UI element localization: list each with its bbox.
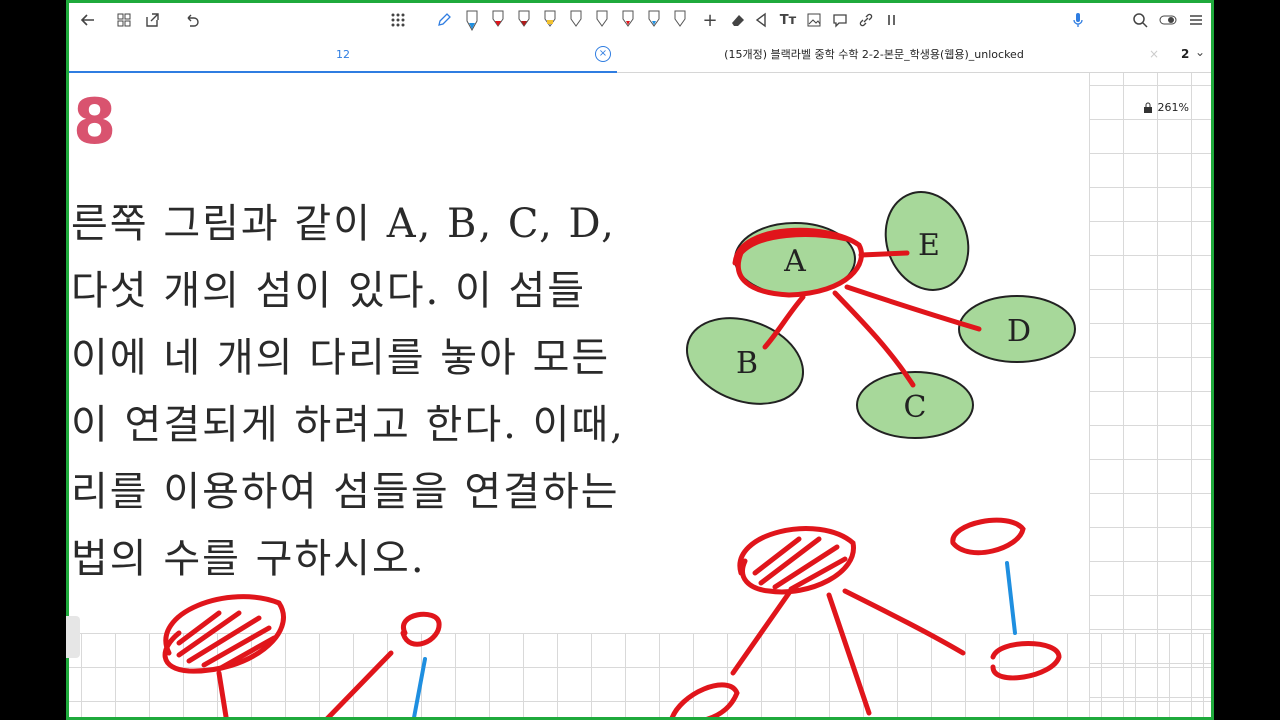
pen-gray-2-icon[interactable]: [591, 9, 613, 31]
export-icon[interactable]: [141, 9, 163, 31]
island-label-b: B: [736, 346, 758, 381]
top-toolbar: + Tт: [69, 3, 1211, 37]
side-panel-handle[interactable]: [66, 616, 80, 658]
add-pen-button[interactable]: +: [699, 9, 721, 31]
red-ink-sketch-left: [162, 594, 442, 717]
document-tab-bar: 12 × (15개정) 블랙라벨 중학 수학 2-2-본문_학생용(웹용)_un…: [69, 37, 1211, 73]
pen-red-2-icon[interactable]: [617, 9, 639, 31]
chevron-down-icon[interactable]: ⌄: [1195, 45, 1205, 59]
search-icon[interactable]: [1129, 9, 1151, 31]
tab-label: (15개정) 블랙라벨 중학 수학 2-2-본문_학생용(웹용)_unlocke…: [724, 48, 1024, 61]
pen-tool-icon[interactable]: [433, 9, 455, 31]
microphone-icon[interactable]: [1067, 9, 1089, 31]
annotation-layer: A E D B C: [162, 191, 1076, 717]
close-tab-icon[interactable]: ×: [595, 46, 611, 62]
island-label-e: E: [918, 228, 940, 263]
island-label-c: C: [904, 390, 927, 425]
comment-icon[interactable]: [829, 9, 851, 31]
lasso-icon[interactable]: [751, 9, 773, 31]
tab-textbook[interactable]: (15개정) 블랙라벨 중학 수학 2-2-본문_학생용(웹용)_unlocke…: [619, 37, 1129, 71]
pen-red-icon[interactable]: [487, 9, 509, 31]
blue-ink-left: [412, 657, 427, 717]
arrow-left-icon[interactable]: [77, 9, 99, 31]
image-icon[interactable]: [803, 9, 825, 31]
eraser-icon[interactable]: [727, 9, 749, 31]
undo-icon[interactable]: [181, 9, 203, 31]
page-canvas[interactable]: 8 른쪽 그림과 같이 A, B, C, D, 다섯 개의 섬이 있다. 이 섬…: [69, 73, 1211, 717]
highlighter-yellow-icon[interactable]: [539, 9, 561, 31]
pen-blue-icon[interactable]: [461, 9, 483, 31]
pen-gray-3-icon[interactable]: [669, 9, 691, 31]
link-icon[interactable]: [855, 9, 877, 31]
pen-gray-icon[interactable]: [565, 9, 587, 31]
apps-dots-icon[interactable]: [387, 9, 409, 31]
tab-label: 12: [336, 47, 350, 61]
toggle-icon[interactable]: [1157, 9, 1179, 31]
text-tool-button[interactable]: Tт: [777, 9, 799, 31]
tab-page-12[interactable]: 12: [69, 37, 617, 73]
red-ink-sketch-right: [669, 517, 1062, 717]
note-app-window: + Tт 12 × (15개정) 블랙라벨 중학 수학 2-2-본문_학생용(웹…: [66, 0, 1214, 720]
blue-ink-right: [1005, 561, 1017, 635]
tab-count[interactable]: 2: [1181, 47, 1189, 61]
grid-icon[interactable]: [113, 9, 135, 31]
pen-darkred-icon[interactable]: [513, 9, 535, 31]
pause-icon[interactable]: [881, 9, 903, 31]
pen-blue-2-icon[interactable]: [643, 9, 665, 31]
menu-icon[interactable]: [1185, 9, 1207, 31]
island-label-d: D: [1007, 314, 1031, 349]
island-label-a: A: [783, 244, 806, 279]
close-tab-2-icon[interactable]: ×: [1149, 47, 1159, 61]
